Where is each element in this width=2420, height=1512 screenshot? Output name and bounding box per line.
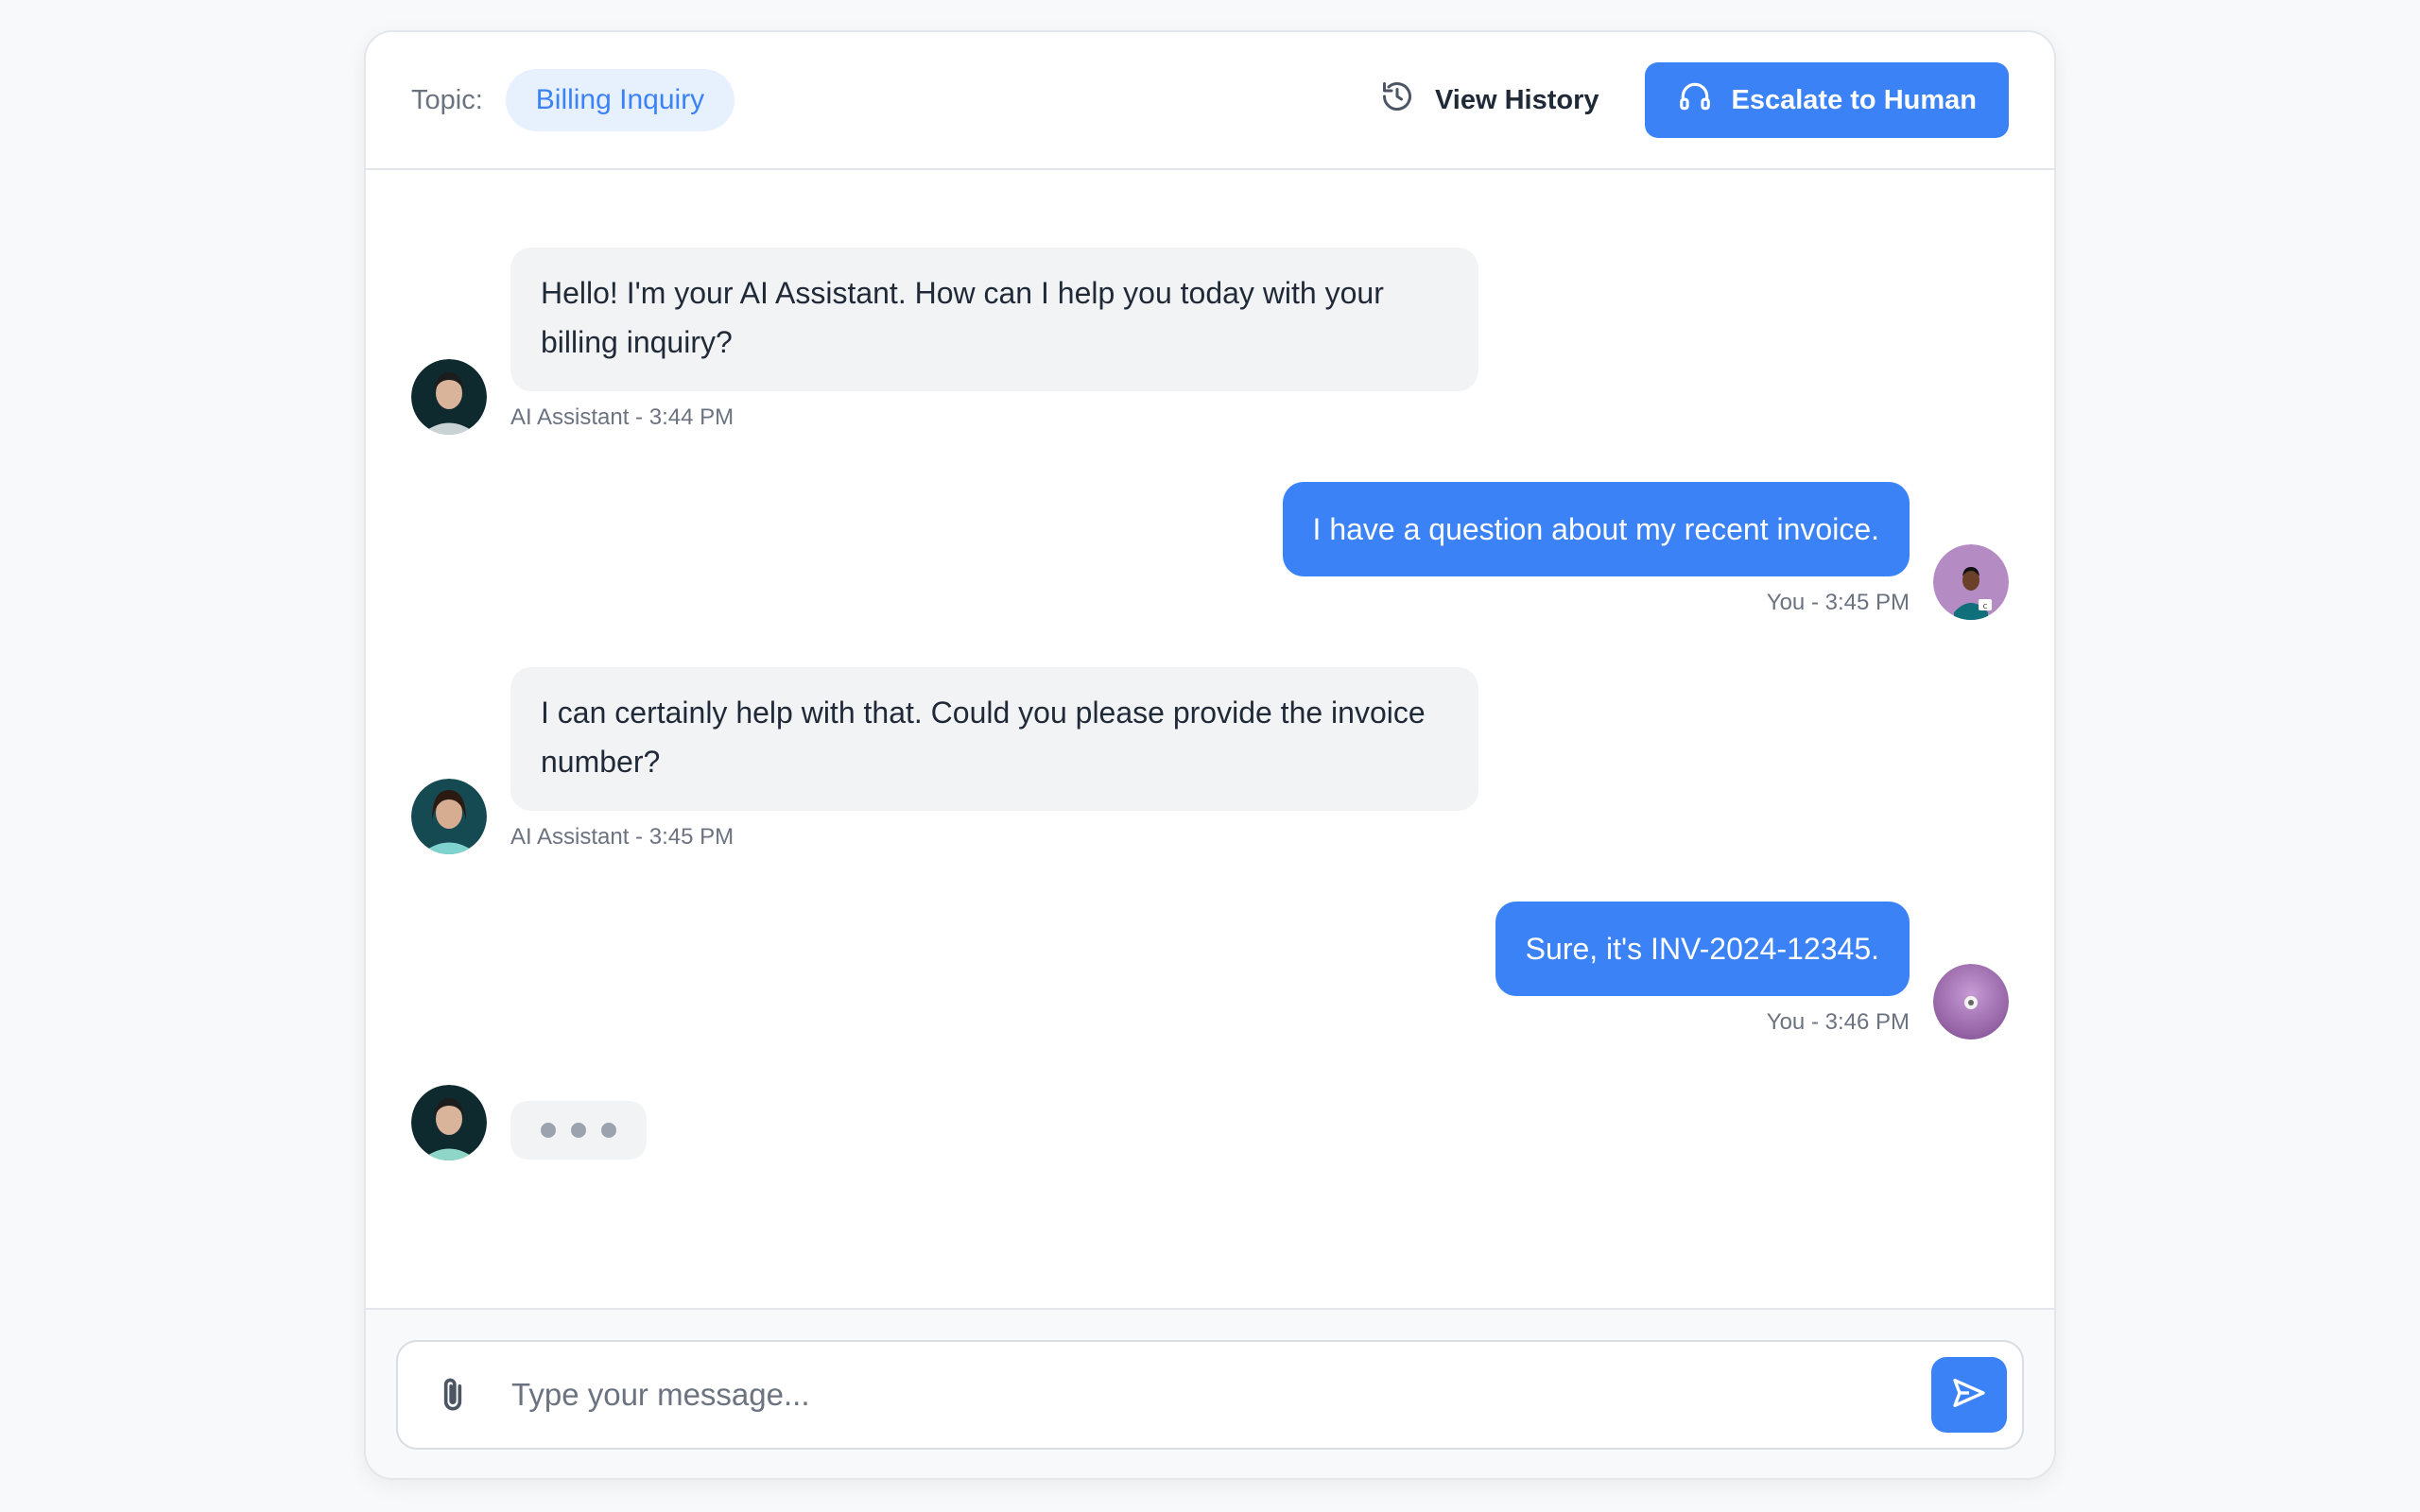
send-icon <box>1950 1374 1988 1417</box>
chat-header: Topic: Billing Inquiry View History Esca… <box>366 32 2054 170</box>
history-icon <box>1380 79 1414 121</box>
ai-assistant-avatar <box>411 359 487 435</box>
message-meta: AI Assistant - 3:44 PM <box>510 404 735 430</box>
chat-window: Topic: Billing Inquiry View History Esca… <box>364 30 2056 1480</box>
user-avatar: c <box>1933 544 2009 620</box>
paperclip-icon[interactable] <box>432 1374 474 1416</box>
ai-assistant-avatar <box>411 1085 487 1160</box>
escalate-label: Escalate to Human <box>1731 84 1977 115</box>
user-message-bubble: Sure, it's INV-2024-12345. <box>1495 902 1910 996</box>
typing-dot <box>541 1123 556 1138</box>
typing-dot <box>601 1123 616 1138</box>
escalate-to-human-button[interactable]: Escalate to Human <box>1644 62 2009 138</box>
view-history-label: View History <box>1434 84 1599 115</box>
message-meta: You - 3:46 PM <box>1766 1009 1910 1035</box>
typing-dot <box>571 1123 586 1138</box>
ai-message-bubble: Hello! I'm your AI Assistant. How can I … <box>510 248 1478 391</box>
user-avatar <box>1933 964 2009 1040</box>
send-button[interactable] <box>1931 1357 2007 1433</box>
typing-indicator <box>510 1101 647 1160</box>
topic-label: Topic: <box>411 84 483 115</box>
message-composer <box>396 1340 2024 1450</box>
ai-assistant-avatar <box>411 779 487 854</box>
message-list[interactable]: Hello! I'm your AI Assistant. How can I … <box>366 172 2054 1338</box>
svg-text:c: c <box>1983 602 1988 611</box>
user-message-bubble: I have a question about my recent invoic… <box>1282 482 1910 576</box>
message-input[interactable] <box>511 1377 1931 1413</box>
headset-icon <box>1677 78 1713 122</box>
view-history-button[interactable]: View History <box>1380 79 1599 121</box>
topic-chip[interactable]: Billing Inquiry <box>505 69 735 131</box>
ai-message-bubble: I can certainly help with that. Could yo… <box>510 667 1478 811</box>
message-meta: You - 3:45 PM <box>1766 590 1910 615</box>
message-meta: AI Assistant - 3:45 PM <box>510 824 735 850</box>
composer-area <box>366 1308 2054 1478</box>
